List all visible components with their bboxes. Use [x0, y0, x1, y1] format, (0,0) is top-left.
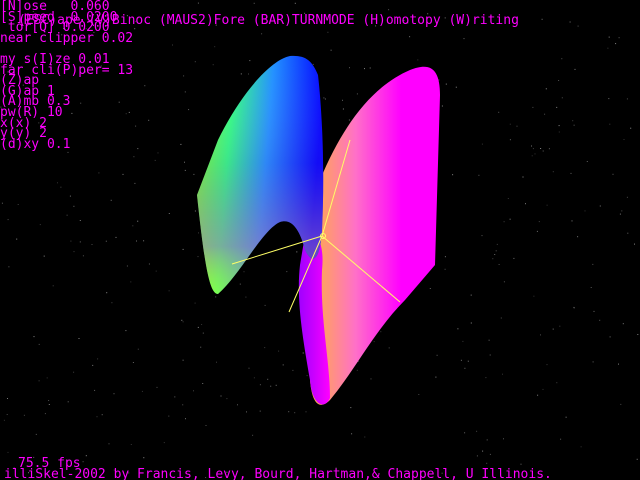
parameter-line: near clipper 0.02 [0, 30, 134, 46]
surface-right-lobe [310, 66, 440, 405]
credits-line: illiSkel-2002 by Francis, Levy, Bourd, H… [4, 467, 552, 480]
render-viewport[interactable]: (ESC)ape (V)Binoc (MAUS2)Fore (BAR)TURNM… [0, 0, 640, 480]
parameter-line: (d)xy 0.1 [0, 136, 71, 152]
